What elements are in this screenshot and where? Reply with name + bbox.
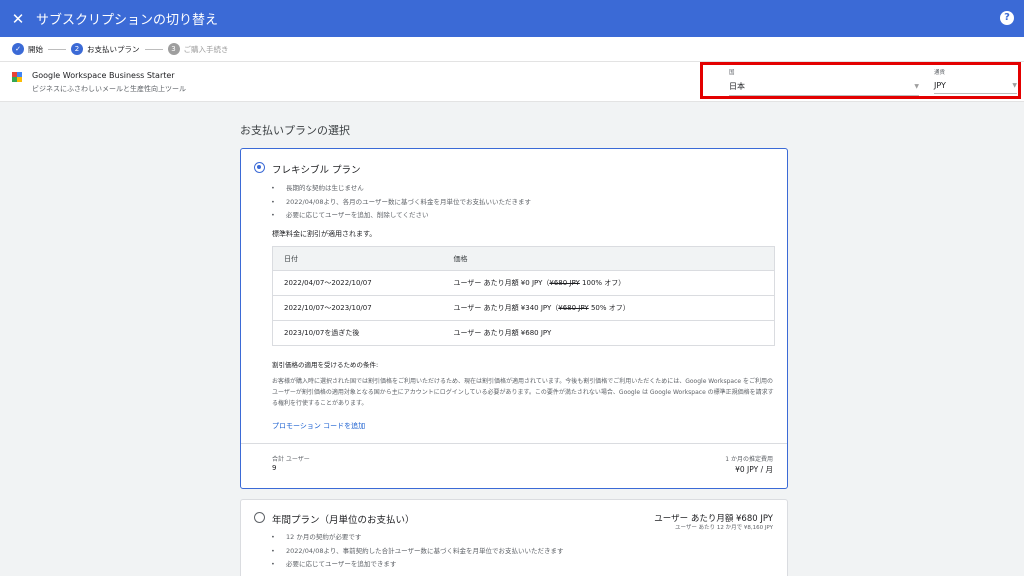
step-separator: [144, 48, 163, 50]
close-icon[interactable]: ✕: [10, 11, 26, 27]
table-row: 2023/10/07を過ぎた後 ユーザー あたり月額 ¥680 JPY: [272, 320, 775, 346]
app-header: ✕ サブスクリプションの切り替え ?: [0, 0, 1024, 37]
step-payment-plan[interactable]: 2 お支払いプラン: [71, 43, 140, 55]
plan-title: 年間プラン（月単位のお支払い）: [272, 515, 415, 526]
product-name: Google Workspace Business Starter: [32, 71, 175, 80]
add-promo-code-link[interactable]: プロモーション コードを追加: [272, 421, 365, 431]
dropdown-arrow-icon: ▼: [1012, 82, 1017, 89]
list-item: 12 か月の契約が必要です: [271, 531, 563, 545]
flexible-plan-radio[interactable]: [254, 162, 265, 173]
total-users-value: 9: [272, 464, 277, 472]
page-title: サブスクリプションの切り替え: [36, 13, 219, 28]
estimated-cost-value: ¥0 JPY / 月: [735, 465, 773, 474]
step-label: ご購入手続き: [183, 44, 229, 54]
list-item: 必要に応じてユーザーを追加できます: [271, 558, 563, 572]
currency-select[interactable]: 通貨 JPY ▼: [934, 68, 1017, 94]
plan-features: 12 か月の契約が必要です 2022/04/08より、事前契約した合計ユーザー数…: [271, 531, 563, 572]
list-item: 2022/04/08より、事前契約した合計ユーザー数に基づく料金を月単位でお支払…: [271, 545, 563, 559]
date-cell: 2023/10/07を過ぎた後: [272, 320, 443, 346]
google-workspace-logo-icon: [12, 72, 22, 82]
annual-plan-radio[interactable]: [254, 512, 265, 523]
conditions-heading: 割引価格の適用を受けるための条件:: [272, 361, 379, 369]
table-header-row: 日付 価格: [272, 246, 775, 271]
flexible-plan-card[interactable]: フレキシブル プラン 長期的な契約は生じません 2022/04/08より、各月の…: [240, 148, 788, 489]
region-currency-selector: 国 日本 ▼ 通貨 JPY ▼: [700, 62, 1021, 99]
country-select[interactable]: 国 日本 ▼: [729, 68, 919, 96]
step-label: 開始: [28, 44, 43, 54]
list-item: 必要に応じてユーザーを追加、削除してください: [271, 209, 531, 223]
step-checkout: 3 ご購入手続き: [167, 43, 229, 55]
currency-label: 通貨: [934, 70, 946, 76]
currency-value: JPY: [934, 81, 946, 90]
table-row: 2022/10/07～2023/10/07 ユーザー あたり月額 ¥340 JP…: [272, 295, 775, 321]
date-cell: 2022/04/07～2022/10/07: [272, 270, 443, 296]
dropdown-arrow-icon: ▼: [914, 83, 919, 90]
column-header-date: 日付: [272, 246, 443, 271]
discount-heading: 標準料金に割引が適用されます。: [272, 230, 377, 238]
check-icon: ✓: [12, 43, 24, 55]
price-cell: ユーザー あたり月額 ¥340 JPY（¥680 JPY 50% オフ）: [442, 295, 775, 321]
total-users-label: 合計 ユーザー: [272, 456, 310, 463]
annual-plan-price-sub: ユーザー あたり 12 か月で ¥8,160 JPY: [674, 525, 773, 531]
annual-plan-card[interactable]: 年間プラン（月単位のお支払い） ユーザー あたり月額 ¥680 JPY ユーザー…: [240, 499, 788, 576]
price-cell: ユーザー あたり月額 ¥680 JPY: [442, 320, 775, 346]
country-label: 国: [729, 70, 735, 76]
table-row: 2022/04/07～2022/10/07 ユーザー あたり月額 ¥0 JPY（…: [272, 270, 775, 296]
step-number: 2: [71, 43, 83, 55]
column-header-price: 価格: [442, 246, 775, 271]
progress-stepper: ✓ 開始 2 お支払いプラン 3 ご購入手続き: [0, 37, 1024, 62]
estimated-cost-label: 1 か月の推定費用: [725, 456, 773, 463]
step-separator: [48, 48, 66, 50]
help-icon[interactable]: ?: [1000, 11, 1014, 25]
price-cell: ユーザー あたり月額 ¥0 JPY（¥680 JPY 100% オフ）: [442, 270, 775, 296]
plan-features: 長期的な契約は生じません 2022/04/08より、各月のユーザー数に基づく料金…: [271, 182, 531, 223]
step-label: お支払いプラン: [87, 44, 140, 54]
step-start[interactable]: ✓ 開始: [12, 43, 43, 55]
product-description: ビジネスにふさわしいメールと生産性向上ツール: [32, 85, 186, 93]
list-item: 長期的な契約は生じません: [271, 182, 531, 196]
section-title: お支払いプランの選択: [240, 124, 350, 137]
date-cell: 2022/10/07～2023/10/07: [272, 295, 443, 321]
plan-title: フレキシブル プラン: [272, 165, 361, 176]
divider: [241, 443, 787, 444]
step-number: 3: [167, 43, 180, 55]
pricing-table: 日付 価格 2022/04/07～2022/10/07 ユーザー あたり月額 ¥…: [272, 246, 775, 346]
list-item: 2022/04/08より、各月のユーザー数に基づく料金を月単位でお支払いいただき…: [271, 196, 531, 210]
country-value: 日本: [729, 82, 745, 91]
conditions-body: お客様が購入時に選択された国では割引価格をご利用いただけるため、現在は割引価格が…: [272, 378, 774, 407]
